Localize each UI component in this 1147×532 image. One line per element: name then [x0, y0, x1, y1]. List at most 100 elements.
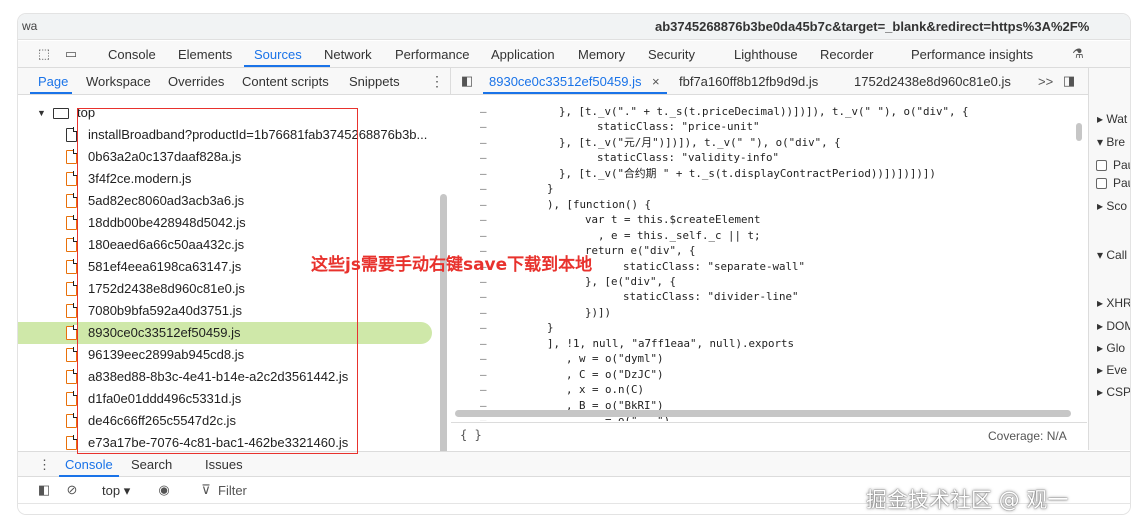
tab-elements[interactable]: Elements [178, 47, 232, 62]
line-gutter-mark[interactable]: – [480, 104, 487, 120]
file-name: 18ddb00be428948d5042.js [88, 215, 246, 230]
pause-uncaught-checkbox[interactable] [1096, 160, 1107, 171]
line-gutter-mark[interactable]: – [480, 181, 487, 197]
line-gutter-mark[interactable]: – [480, 320, 487, 336]
clear-console-icon[interactable]: ⊘ [64, 482, 80, 498]
event-listener-breakpoints-section[interactable]: ▸ Eve [1097, 363, 1127, 377]
expand-arrow-icon[interactable]: ▼ [37, 102, 46, 124]
more-tabs-button[interactable]: >> [1038, 74, 1053, 89]
url-prefix: wa [22, 19, 38, 33]
pause-caught-checkbox[interactable] [1096, 178, 1107, 189]
tab-memory[interactable]: Memory [578, 47, 625, 62]
filter-input[interactable]: Filter [218, 483, 247, 498]
watch-section[interactable]: ▸ Wat [1097, 112, 1127, 126]
tab-performance[interactable]: Performance [395, 47, 469, 62]
file-tree-item[interactable]: 96139eec2899ab945cd8.js [18, 344, 432, 366]
device-toolbar-icon[interactable]: ▭ [63, 46, 79, 62]
nav-tab-overrides[interactable]: Overrides [168, 74, 224, 89]
line-gutter-mark[interactable]: – [480, 150, 487, 166]
nav-tab-page[interactable]: Page [38, 74, 68, 89]
file-tree-item[interactable]: 1752d2438e8d960c81e0.js [18, 278, 432, 300]
address-bar[interactable]: wa ab3745268876b3be0da45b7c&target=_blan… [18, 14, 1130, 40]
nav-tab-workspace[interactable]: Workspace [86, 74, 151, 89]
breakpoints-section[interactable]: ▾ Bre [1097, 135, 1125, 149]
line-gutter-mark[interactable]: – [480, 274, 487, 290]
line-gutter-mark[interactable]: – [480, 351, 487, 367]
drawer-menu-icon[interactable]: ⋮ [38, 457, 51, 473]
drawer-tab-console[interactable]: Console [65, 457, 113, 472]
nav-active-indicator [30, 92, 72, 94]
sidebar-toggle-icon[interactable]: ◧ [36, 482, 52, 498]
editor-tab-active[interactable]: 8930ce0c33512ef50459.js [489, 74, 642, 89]
file-tree-item[interactable]: d1fa0e01ddd496c5331d.js [18, 388, 432, 410]
code-line: – staticClass: "divider-line" [451, 289, 1087, 305]
watermark: 掘金技术社区 @ 观一 [866, 488, 1069, 512]
file-name: 7080b9bfa592a40d3751.js [88, 303, 242, 318]
file-tree-item[interactable]: 0b63a2a0c137daaf828a.js [18, 146, 432, 168]
file-tree-item[interactable]: 5ad82ec8060ad3acb3a6.js [18, 190, 432, 212]
pretty-print-button[interactable]: { } [460, 428, 482, 442]
line-gutter-mark[interactable]: – [480, 382, 487, 398]
navigator-scrollbar[interactable] [440, 194, 447, 451]
file-tree-item[interactable]: 8930ce0c33512ef50459.js [18, 322, 432, 344]
line-gutter-mark[interactable]: – [480, 212, 487, 228]
tab-recorder[interactable]: Recorder [820, 47, 873, 62]
line-gutter-mark[interactable]: – [480, 367, 487, 383]
nav-tab-content-scripts[interactable]: Content scripts [242, 74, 329, 89]
code-text: , x = o.n(C) [553, 383, 645, 397]
script-file-icon [66, 369, 78, 384]
scope-section[interactable]: ▸ Sco [1097, 199, 1127, 213]
tab-application[interactable]: Application [491, 47, 555, 62]
toggle-navigator-icon[interactable]: ◧ [459, 73, 475, 89]
sources-subbar: Page Workspace Overrides Content scripts… [18, 68, 1130, 95]
code-text: ), [function() { [547, 197, 652, 211]
csp-breakpoints-section[interactable]: ▸ CSP [1097, 385, 1130, 399]
code-line: – , C = o("DzJC") [451, 367, 1087, 383]
line-gutter-mark[interactable]: – [480, 119, 487, 135]
call-stack-section[interactable]: ▾ Call [1097, 248, 1127, 262]
script-file-icon [66, 149, 78, 164]
line-gutter-mark[interactable]: – [480, 135, 487, 151]
file-tree-item[interactable]: 7080b9bfa592a40d3751.js [18, 300, 432, 322]
line-gutter-mark[interactable]: – [480, 197, 487, 213]
drawer-tab-issues[interactable]: Issues [205, 457, 243, 472]
file-tree-item[interactable]: de46c66ff265c5547d2c.js [18, 410, 432, 432]
tab-lighthouse[interactable]: Lighthouse [734, 47, 798, 62]
line-gutter-mark[interactable]: – [480, 336, 487, 352]
file-tree-item[interactable]: installBroadband?productId=1b76681fab374… [18, 124, 432, 146]
code-text: ], !1, null, "a7ff1eaa", null).exports [547, 336, 795, 350]
inspect-element-icon[interactable]: ⬚ [36, 46, 52, 62]
tab-console[interactable]: Console [108, 47, 156, 62]
code-line: – , e = this._self._c || t; [451, 228, 1087, 244]
line-gutter-mark[interactable]: – [480, 305, 487, 321]
xhr-breakpoints-section[interactable]: ▸ XHR [1097, 296, 1130, 310]
file-tree-item[interactable]: 18ddb00be428948d5042.js [18, 212, 432, 234]
line-gutter-mark[interactable]: – [480, 166, 487, 182]
tree-root-top[interactable]: ▼ top [18, 102, 432, 124]
drawer-tab-search[interactable]: Search [131, 457, 172, 472]
line-gutter-mark[interactable]: – [480, 289, 487, 305]
file-tree-item[interactable]: e73a17be-7076-4c81-bac1-462be3321460.js [18, 432, 432, 451]
file-tree-item[interactable]: a838ed88-8b3c-4e41-b14e-a2c2d3561442.js [18, 366, 432, 388]
tab-network[interactable]: Network [324, 47, 372, 62]
dom-breakpoints-section[interactable]: ▸ DOM [1097, 319, 1130, 333]
close-tab-icon[interactable]: × [652, 74, 660, 89]
editor-vertical-scrollbar[interactable] [1076, 123, 1082, 141]
eye-icon[interactable]: ◉ [156, 482, 172, 498]
editor-tab[interactable]: 1752d2438e8d960c81e0.js [854, 74, 1011, 89]
line-gutter-mark[interactable]: – [480, 228, 487, 244]
editor-tab[interactable]: fbf7a160ff8b12fb9d9d.js [679, 74, 818, 89]
file-tree-item[interactable]: 3f4f2ce.modern.js [18, 168, 432, 190]
nav-tab-snippets[interactable]: Snippets [349, 74, 400, 89]
more-options-icon[interactable]: ⋮ [430, 73, 444, 90]
tab-sources[interactable]: Sources [254, 47, 302, 62]
code-line: –}, [t._v("合约期 " + t._s(t.displayContrac… [451, 166, 1087, 182]
tab-performance-insights[interactable]: Performance insights [911, 47, 1033, 62]
script-file-icon [66, 413, 78, 428]
tab-security[interactable]: Security [648, 47, 695, 62]
context-select[interactable]: top ▾ [102, 483, 130, 499]
editor-horizontal-scrollbar[interactable] [455, 410, 1071, 417]
global-listeners-section[interactable]: ▸ Glo [1097, 341, 1125, 355]
toggle-debugger-icon[interactable]: ◨ [1061, 73, 1077, 89]
code-text: , e = this._self._c || t; [559, 228, 761, 242]
